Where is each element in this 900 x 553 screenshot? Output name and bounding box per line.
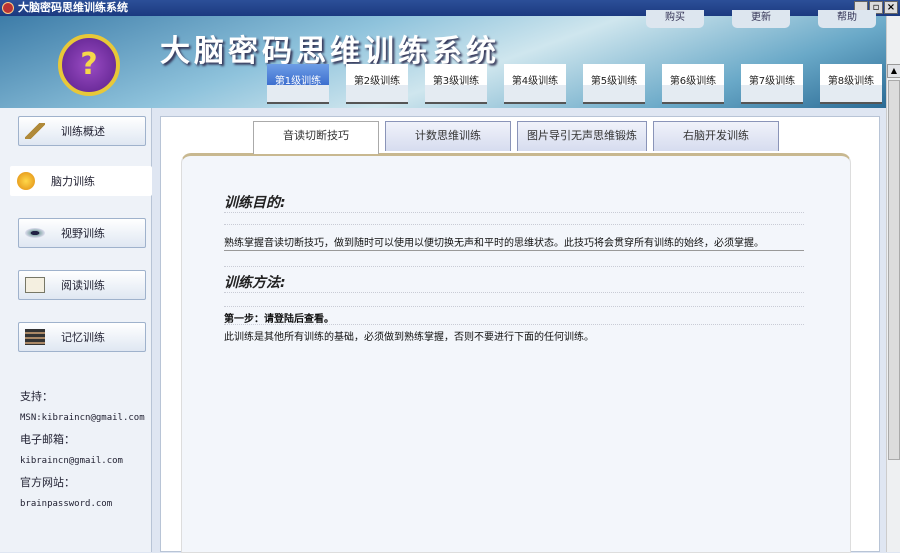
app-icon [2, 2, 14, 14]
sidebar-item-reading[interactable]: 阅读训练 [18, 270, 146, 300]
brain-icon [17, 172, 35, 190]
tab-count-thinking[interactable]: 计数思维训练 [385, 121, 511, 151]
level-tab-7[interactable]: 第7级训练 [741, 64, 803, 104]
pen-icon [25, 123, 45, 139]
msn-contact: MSN:kibraincn@gmail.com [20, 412, 145, 423]
sidebar-item-label: 视野训练 [61, 227, 105, 240]
divider [224, 306, 804, 307]
sidebar: 训练概述 脑力训练 视野训练 阅读训练 记忆训练 支持： MSN:kibrain… [0, 108, 152, 552]
scroll-thumb[interactable] [888, 80, 900, 460]
eye-icon [25, 228, 45, 238]
support-label: 支持： [20, 390, 53, 403]
level-tab-2[interactable]: 第2级训练 [346, 64, 408, 104]
divider [224, 212, 804, 213]
site-link[interactable]: brainpassword.com [20, 494, 145, 516]
close-button[interactable]: × [884, 1, 898, 14]
scroll-up-arrow-icon[interactable]: ▲ [887, 64, 900, 78]
method-heading: 训练方法: [224, 275, 286, 291]
level-tab-8[interactable]: 第8级训练 [820, 64, 882, 104]
level-tab-5[interactable]: 第5级训练 [583, 64, 645, 104]
content-panel: 训练目的: 熟练掌握音读切断技巧，做到随时可以使用以便切换无声和平时的思维状态。… [181, 153, 851, 553]
divider [224, 292, 804, 293]
header-banner: ? 大脑密码思维训练系统 购买 更新 帮助 第1级训练 第2级训练 第3级训练 … [0, 10, 886, 108]
books-stack-icon [25, 329, 45, 345]
site-label: 官方网站： [20, 476, 75, 489]
sidebar-item-label: 训练概述 [61, 125, 105, 138]
level-tab-1[interactable]: 第1级训练 [267, 64, 329, 104]
book-icon [25, 277, 45, 293]
divider [224, 324, 804, 325]
window-title: 大脑密码思维训练系统 [18, 1, 128, 14]
buy-button[interactable]: 购买 [646, 10, 704, 28]
level-tab-4[interactable]: 第4级训练 [504, 64, 566, 104]
sidebar-item-overview[interactable]: 训练概述 [18, 116, 146, 146]
main-panel: 训练目的: 熟练掌握音读切断技巧，做到随时可以使用以便切换无声和平时的思维状态。… [160, 116, 880, 553]
step-one: 第一步：请登陆后查看。 [224, 314, 334, 325]
level-tab-6[interactable]: 第6级训练 [662, 64, 724, 104]
sidebar-item-memory[interactable]: 记忆训练 [18, 322, 146, 352]
tab-sound-cut[interactable]: 音读切断技巧 [253, 121, 379, 154]
sidebar-item-label: 记忆训练 [61, 331, 105, 344]
level-tabs: 第1级训练 第2级训练 第3级训练 第4级训练 第5级训练 第6级训练 第7级训… [267, 64, 899, 104]
support-info: 支持： MSN:kibraincn@gmail.com 电子邮箱： kibrai… [20, 386, 145, 515]
vertical-scrollbar[interactable]: ▲ [886, 16, 900, 552]
purpose-heading: 训练目的: [224, 195, 286, 211]
purpose-text: 熟练掌握音读切断技巧，做到随时可以使用以便切换无声和平时的思维状态。此技巧将会贯… [224, 238, 764, 249]
tab-right-brain[interactable]: 右脑开发训练 [653, 121, 779, 151]
tab-picture-guided[interactable]: 图片导引无声思维锻炼 [517, 121, 647, 151]
sidebar-item-label: 阅读训练 [61, 279, 105, 292]
divider [224, 250, 804, 251]
sidebar-item-brain[interactable]: 脑力训练 [10, 166, 152, 196]
update-button[interactable]: 更新 [732, 10, 790, 28]
sidebar-item-label: 脑力训练 [51, 175, 95, 188]
training-note: 此训练是其他所有训练的基础，必须做到熟练掌握，否则不要进行下面的任何训练。 [224, 332, 594, 343]
level-tab-3[interactable]: 第3级训练 [425, 64, 487, 104]
sidebar-item-vision[interactable]: 视野训练 [18, 218, 146, 248]
email-contact: kibraincn@gmail.com [20, 455, 123, 466]
brain-logo: ? [58, 34, 120, 96]
divider [224, 224, 804, 225]
help-button[interactable]: 帮助 [818, 10, 876, 28]
divider [224, 266, 804, 267]
email-label: 电子邮箱： [20, 433, 75, 446]
training-tabs: 音读切断技巧 计数思维训练 图片导引无声思维锻炼 右脑开发训练 [253, 121, 779, 154]
